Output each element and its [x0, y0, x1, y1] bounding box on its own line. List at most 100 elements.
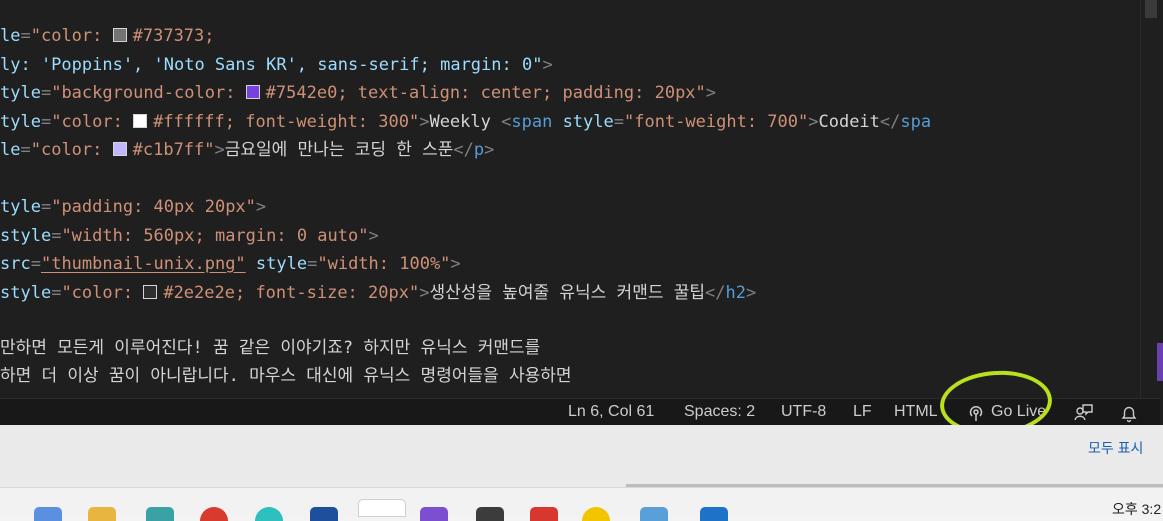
color-swatch[interactable]	[112, 142, 127, 156]
code-token: >	[255, 197, 267, 217]
vscode-icon[interactable]	[700, 507, 728, 521]
code-token: "color:	[61, 283, 144, 303]
code-token: style	[0, 283, 52, 303]
code-token: tyle	[0, 83, 41, 103]
taskbar-app-icon[interactable]	[146, 507, 174, 521]
code-line: src="thumbnail-unix.png" style="width: 1…	[0, 254, 461, 274]
scrollbar-thumb[interactable]	[1145, 0, 1157, 18]
code-line: 하면 더 이상 꿈이 아니랍니다. 마우스 대신에 유닉스 명령어들을 사용하면	[0, 366, 572, 386]
color-swatch[interactable]	[143, 285, 158, 299]
code-token: tyle	[0, 197, 41, 217]
code-token: </	[705, 283, 726, 303]
visual-studio-icon[interactable]	[420, 507, 448, 521]
code-token: =	[40, 112, 52, 132]
encoding-setting[interactable]: UTF-8	[781, 403, 826, 421]
taskbar-app-icon[interactable]	[34, 507, 62, 521]
code-line: style="width: 560px; margin: 0 auto">	[0, 226, 379, 246]
code-line: tyle="background-color: #7542e0; text-al…	[0, 83, 716, 103]
cursor-position[interactable]: Ln 6, Col 61	[568, 403, 654, 421]
code-token: spa	[900, 112, 932, 132]
color-swatch[interactable]	[133, 114, 148, 128]
code-token: </	[453, 140, 474, 160]
code-token: =	[51, 283, 62, 303]
code-token: <	[501, 112, 512, 132]
code-token: src	[0, 254, 31, 274]
code-token: </	[879, 112, 901, 132]
code-token: =	[40, 197, 52, 217]
code-token: >	[419, 283, 430, 303]
go-live-label: Go Live	[991, 403, 1047, 420]
code-line: le="color: #737373;	[0, 26, 215, 46]
language-mode[interactable]: HTML	[894, 403, 938, 421]
taskbar-app-icon[interactable]	[310, 507, 338, 521]
code-line: tyle="color: #ffffff; font-weight: 300">…	[0, 112, 931, 132]
code-token: #2e2e2e; font-size: 20px"	[163, 283, 420, 303]
color-swatch[interactable]	[245, 85, 260, 99]
code-token: >	[745, 283, 757, 303]
code-token: =	[613, 112, 624, 132]
code-token: 금요일에 만나는 코딩 한 스푼	[224, 140, 454, 160]
code-token: span	[511, 112, 553, 132]
code-token: >	[450, 254, 461, 274]
indentation-setting[interactable]: Spaces: 2	[684, 403, 755, 421]
code-editor[interactable]: le="color: #737373; ly: 'Poppins', 'Noto …	[0, 0, 1140, 398]
code-token: =	[40, 83, 52, 103]
taskbar-app-icon[interactable]	[476, 507, 504, 521]
code-token: "color:	[51, 112, 134, 132]
code-line: le="color: #c1b7ff">금요일에 만나는 코딩 한 스푼</p>	[0, 140, 494, 160]
taskbar-clock[interactable]: 오후 3:2	[1112, 499, 1161, 519]
go-live-button[interactable]: Go Live	[964, 399, 1052, 426]
code-token: 생산성을 높여줄 유닉스 커맨드 꿀팁	[429, 283, 705, 303]
taskbar-app-icon[interactable]	[530, 507, 558, 521]
code-token: 하면 더 이상 꿈이 아니랍니다. 마우스 대신에 유닉스 명령어들을 사용하면	[0, 366, 572, 386]
code-token: >	[705, 83, 717, 103]
code-token: >	[808, 112, 819, 132]
file-explorer-icon[interactable]	[88, 507, 116, 521]
code-token: >	[484, 140, 495, 160]
calendar-icon[interactable]	[640, 507, 668, 521]
feedback-person-icon[interactable]	[1074, 403, 1094, 423]
editor-vertical-scrollbar[interactable]	[1140, 0, 1161, 398]
taskbar	[0, 487, 1163, 516]
notification-area	[0, 425, 1163, 487]
code-token: ly: 'Poppins', 'Noto Sans KR', sans-seri…	[0, 55, 543, 75]
show-all-link[interactable]: 모두 표시	[1088, 438, 1143, 458]
code-token: p	[473, 140, 485, 160]
code-token: "background-color:	[51, 83, 246, 103]
code-token: tyle	[0, 112, 41, 132]
active-taskbar-app[interactable]	[358, 499, 406, 517]
code-token: =	[20, 140, 31, 160]
code-token: =	[307, 254, 318, 274]
code-line: ly: 'Poppins', 'Noto Sans KR', sans-seri…	[0, 55, 553, 75]
bell-icon[interactable]	[1119, 403, 1139, 423]
color-swatch[interactable]	[112, 28, 127, 42]
code-token: #c1b7ff"	[132, 140, 215, 160]
code-token: =	[30, 254, 41, 274]
background-window-edge	[1157, 343, 1163, 381]
code-token: >	[368, 226, 379, 246]
code-token: =	[51, 226, 62, 246]
code-token: "color:	[30, 140, 113, 160]
code-token: "thumbnail-unix.png"	[40, 254, 246, 274]
code-line: tyle="padding: 40px 20px">	[0, 197, 266, 217]
code-token: #ffffff; font-weight: 300"	[153, 112, 420, 132]
code-line: style="color: #2e2e2e; font-size: 20px">…	[0, 283, 756, 303]
code-token: le	[0, 26, 21, 46]
status-bar: Ln 6, Col 61 Spaces: 2 UTF-8 LF HTML Go …	[0, 398, 1160, 426]
code-token: le	[0, 140, 21, 160]
code-token: "font-weight: 700"	[624, 112, 809, 132]
code-token: Weekly	[429, 112, 502, 132]
code-token: style	[0, 226, 52, 246]
code-token: Codeit	[818, 112, 880, 132]
end-of-line-setting[interactable]: LF	[853, 403, 872, 421]
code-token: >	[214, 140, 225, 160]
code-token: 만하면 모든게 이루어진다! 꿈 같은 이야기죠? 하지만 유닉스 커맨드를	[0, 338, 541, 358]
code-token: #7542e0; text-align: center; padding: 20…	[265, 83, 706, 103]
code-token: "width: 100%"	[317, 254, 451, 274]
code-token: >	[542, 55, 553, 75]
code-token: #737373;	[132, 26, 215, 46]
code-token: style	[562, 112, 614, 132]
code-token: "padding: 40px 20px"	[51, 197, 256, 217]
code-line: 만하면 모든게 이루어진다! 꿈 같은 이야기죠? 하지만 유닉스 커맨드를	[0, 338, 540, 358]
